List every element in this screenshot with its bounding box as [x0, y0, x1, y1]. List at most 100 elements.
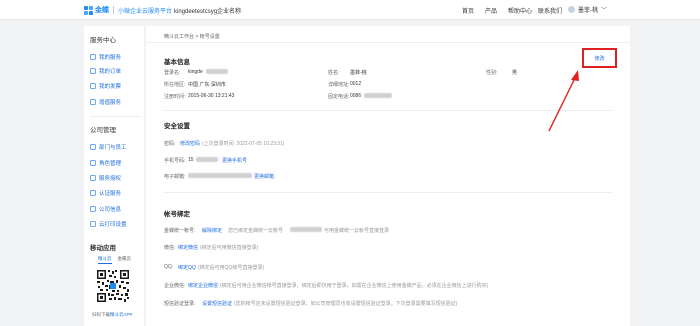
authorization-icon — [90, 175, 96, 181]
sidebar: 服务中心 我的服务 我的订单 我的发票 增值服务 公司管理 部门与员工 角色管理… — [84, 26, 144, 326]
edit-label: 修改 — [594, 55, 605, 62]
sidebar-item-value-added[interactable]: 增值服务 — [90, 98, 121, 106]
sidebar-item-roles[interactable]: 角色管理 — [90, 159, 121, 167]
sidebar-item-my-invoices[interactable]: 我的发票 — [90, 82, 121, 90]
address-label: 详细地址: — [328, 82, 350, 88]
change-password-link[interactable]: 修改密码 — [180, 140, 200, 147]
sidebar-item-label: 我的订单 — [99, 69, 122, 75]
logo-subtitle: 小微企业云服务平台 — [118, 8, 173, 15]
name-value: 墨菲-桃 — [350, 70, 367, 76]
sidebar-item-label: 增值服务 — [99, 100, 122, 106]
region-value: 中国 广东 深圳市 — [188, 82, 226, 88]
sidebar-item-label: 角色管理 — [99, 161, 122, 167]
sidebar-item-company-info[interactable]: 公司信息 — [90, 205, 121, 213]
download-prefix: 扫码下载 — [92, 312, 110, 317]
sidebar-item-departments[interactable]: 部门与员工 — [90, 143, 127, 151]
sidebar-item-certification[interactable]: 认证服务 — [90, 189, 121, 197]
services-icon — [90, 54, 96, 60]
qq-label: QQ: — [164, 264, 174, 270]
company-management-title: 公司管理 — [90, 127, 116, 134]
sidebar-item-label: 部门与员工 — [99, 145, 127, 151]
kingdee-login-note: 可用金蝶统一云帐号直接登录 — [324, 228, 390, 234]
logo[interactable]: 金蝶 小微企业云服务平台 — [84, 5, 172, 15]
change-email-link[interactable]: 更换邮箱 — [254, 173, 274, 180]
account-binding-title: 帐号绑定 — [164, 211, 190, 218]
nav-contact[interactable]: 联系我们 — [538, 6, 562, 15]
security-title: 安全设置 — [164, 123, 190, 130]
sidebar-item-my-services[interactable]: 我的服务 — [90, 53, 121, 61]
edit-button[interactable]: 修改 — [582, 48, 617, 68]
wechat-note: (绑定后可用微信直接登录) — [200, 245, 259, 251]
mobile-label: 手机号码: — [164, 158, 186, 164]
bind-enterprise-wechat-link[interactable]: 绑定企业微信 — [188, 282, 218, 289]
sidebar-item-label: 公司信息 — [99, 207, 122, 213]
app-download-hint: 扫码下载精斗云APP — [92, 312, 133, 318]
org-name: kingdeetestcsyg企业名称 — [174, 9, 242, 15]
password-label: 密码: — [164, 141, 176, 147]
redacted-text — [196, 157, 218, 162]
divider — [146, 42, 630, 43]
bind-wechat-link[interactable]: 绑定微信 — [178, 244, 198, 251]
divider — [164, 192, 612, 193]
breadcrumb[interactable]: 精斗云工作台 > 帐号设置 — [164, 33, 220, 40]
qq-note: (绑定后可用QQ帐号直接登录) — [198, 265, 265, 271]
sidebar-item-cloud-print[interactable]: 云打印设置 — [90, 220, 127, 228]
unbind-link[interactable]: 解除绑定 — [202, 227, 222, 234]
nav-products[interactable]: 产品 — [485, 6, 497, 15]
register-time-label: 注册时间: — [164, 94, 186, 100]
address-value: 0012 — [350, 81, 362, 87]
kingdee-account-label: 金蝶统一帐号: — [164, 228, 196, 234]
sidebar-item-authorization[interactable]: 服务授权 — [90, 174, 121, 182]
avatar — [568, 6, 575, 13]
redacted-text — [188, 173, 252, 178]
tab-kingdee-cloud[interactable]: 金蝶云 — [118, 256, 132, 264]
download-app-link[interactable]: 精斗云APP — [110, 312, 133, 317]
region-label: 所在地区: — [164, 82, 186, 88]
value-added-icon — [90, 99, 96, 105]
wechat-label: 微信: — [164, 245, 176, 251]
mobile-value: 15 — [188, 157, 194, 163]
set-sms-verification-link[interactable]: 设置短信验证 — [202, 300, 232, 307]
enterprise-wechat-note: (绑定后可用企业微信帐号直接登录，绑定后即仅用于登录，如需在企业微信上使用金蝶产… — [220, 283, 489, 289]
redacted-text — [290, 227, 322, 232]
certification-icon — [90, 190, 96, 196]
user-menu[interactable]: 墨菲-桃 ﹀ — [568, 5, 607, 14]
login-name-value: kingde — [188, 69, 203, 75]
name-label: 姓名: — [328, 70, 340, 76]
kingdee-logo-icon — [84, 5, 93, 15]
nav-help[interactable]: 帮助中心 — [508, 6, 532, 15]
register-time-value: 2015-06-30 13:21:43 — [188, 93, 235, 99]
service-center-title: 服务中心 — [90, 37, 116, 44]
orders-icon — [90, 68, 96, 74]
login-name-label: 登录名: — [164, 70, 181, 76]
top-bar: 金蝶 小微企业云服务平台 kingdeetestcsyg企业名称 首页 产品 帮… — [0, 0, 700, 20]
basic-info-title: 基本信息 — [164, 59, 190, 66]
sidebar-item-label: 认证服务 — [99, 191, 122, 197]
tab-jingdouyun[interactable]: 精斗云 — [98, 256, 112, 264]
sidebar-item-label: 我的服务 — [99, 55, 122, 61]
department-icon — [90, 144, 96, 150]
app-tabs: 精斗云 金蝶云 — [98, 256, 131, 264]
sidebar-item-label: 服务授权 — [99, 176, 122, 182]
gender-value: 男 — [512, 70, 518, 76]
last-login-note: (上次登录时间: 2022-07-05 10:23:31) — [202, 141, 285, 147]
change-mobile-link[interactable]: 更换手机号 — [222, 157, 247, 164]
printer-icon — [90, 221, 96, 227]
app-qr-code — [96, 269, 130, 303]
bind-qq-link[interactable]: 绑定QQ — [178, 264, 196, 271]
sidebar-item-label: 云打印设置 — [99, 222, 127, 228]
invoice-icon — [90, 83, 96, 89]
gender-label: 性别: — [486, 70, 498, 76]
sms-login-label: 短信验证登录: — [164, 301, 196, 307]
chevron-down-icon: ﹀ — [601, 8, 608, 14]
logo-text: 金蝶 — [95, 7, 109, 14]
user-name: 墨菲-桃 — [578, 8, 598, 14]
phone-label: 固定电话: — [328, 94, 350, 100]
mobile-apps-title: 移动应用 — [90, 245, 116, 252]
kingdee-bound-note: 您已绑定金蝶统一云帐号 — [228, 228, 284, 234]
nav-home[interactable]: 首页 — [462, 6, 474, 15]
sidebar-item-my-orders[interactable]: 我的订单 — [90, 67, 121, 75]
role-icon — [90, 160, 96, 166]
sms-note: (您的帐号还未设置短信验证登录，如公司管理员也有设置短信验证登录，下次登录需要填… — [234, 301, 458, 307]
redacted-text — [206, 69, 228, 74]
